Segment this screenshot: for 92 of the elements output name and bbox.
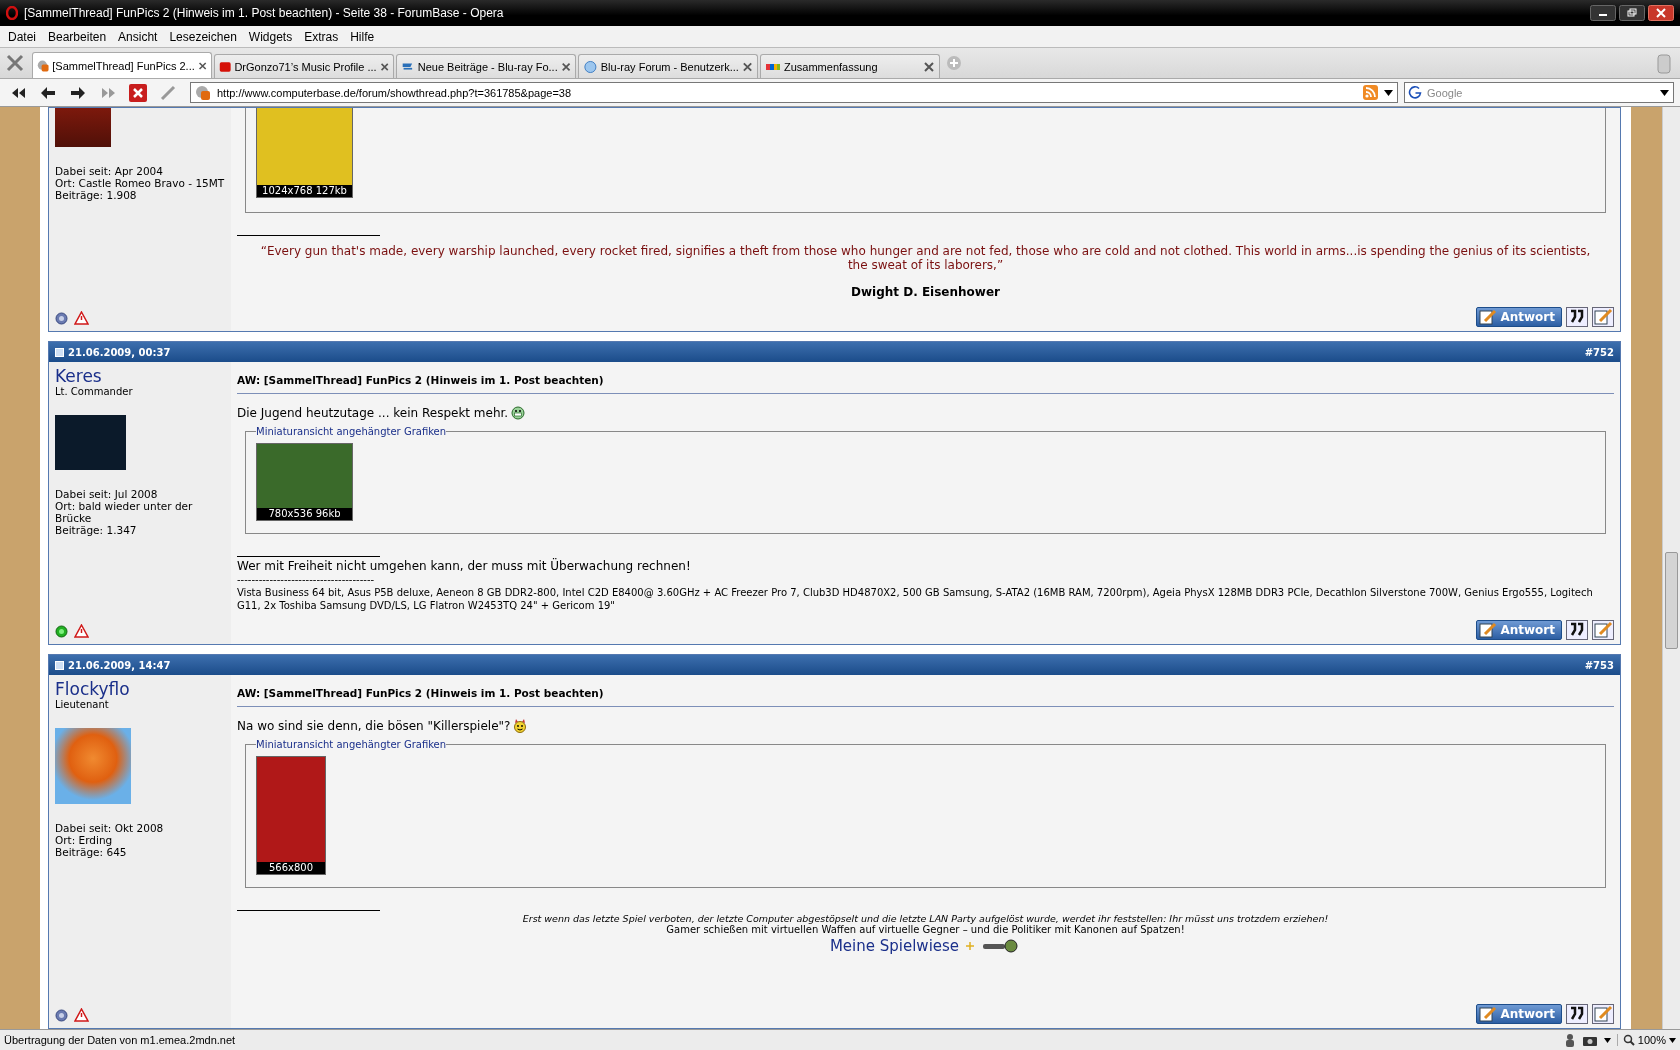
thumbnail[interactable]: 1024x768 127kb [256, 108, 353, 198]
caret-icon[interactable] [1384, 89, 1393, 96]
quote-button[interactable] [1566, 1004, 1588, 1024]
user-info: Beiträge: 1.347 [55, 524, 138, 536]
caret-icon [1669, 1037, 1676, 1043]
reply-button[interactable]: Antwort [1476, 307, 1562, 327]
menu-item[interactable]: Lesezeichen [163, 29, 243, 44]
thumbnail[interactable]: 780x536 96kb [256, 443, 353, 521]
site-icon [195, 84, 211, 101]
signature-link[interactable]: Meine Spielwiese [829, 937, 960, 955]
restore-button[interactable] [1619, 5, 1645, 21]
avatar-placeholder [55, 415, 126, 470]
close-icon[interactable] [741, 60, 753, 73]
user-rank: Lt. Commander [55, 386, 134, 397]
menu-item[interactable]: Widgets [242, 29, 299, 44]
post-icon [55, 347, 64, 357]
menu-item[interactable]: Ansicht [112, 29, 164, 44]
reply-button[interactable]: Antwort [1476, 620, 1562, 640]
pen-icon[interactable] [159, 83, 177, 102]
menu-item[interactable]: Datei [2, 29, 42, 44]
browser-tab[interactable]: DrGonzo71’s Music Profile ... [214, 54, 394, 78]
close-icon[interactable] [923, 60, 935, 73]
pencil-icon [1479, 622, 1498, 638]
post-icon [55, 660, 64, 670]
zoom-control[interactable]: 100% [1616, 1034, 1676, 1046]
browser-tab[interactable]: Blu-ray Forum - Benutzerk... [578, 54, 758, 78]
caret-icon[interactable] [1603, 1037, 1611, 1043]
browser-tab[interactable]: Neue Beiträge - Blu-ray Fo... [396, 54, 576, 78]
menu-item[interactable]: Bearbeiten [42, 29, 113, 44]
quote-button[interactable] [1566, 307, 1588, 327]
window-title: [SammelThread] FunPics 2 (Hinweis im 1. Post beachten) - Seite 38 - ForumBase - Opera [24, 6, 505, 20]
signature-text: -------------------------------------- [237, 573, 376, 586]
reply-button[interactable]: Antwort [1476, 1004, 1562, 1024]
warning-icon[interactable] [74, 1008, 89, 1022]
edit-button[interactable] [1592, 1004, 1614, 1024]
scrollbar-thumb[interactable] [1665, 552, 1678, 649]
menu-item[interactable]: Extras [298, 29, 345, 44]
camera-icon[interactable] [1581, 1034, 1598, 1046]
post-message: Na wo sind sie denn, die bösen "Killerspiele"? [237, 719, 511, 733]
menu-item[interactable]: Hilfe [344, 29, 381, 44]
person-icon[interactable] [1563, 1033, 1576, 1047]
pencil-icon [1479, 309, 1498, 325]
post-number[interactable]: #752 [1584, 346, 1614, 358]
opera-logo-icon [6, 6, 18, 20]
post-message: Die Jugend heutzutage ... kein Respekt mehr. [237, 406, 509, 420]
user-rank: Lieutenant [55, 699, 110, 710]
warning-icon[interactable] [74, 624, 89, 638]
caret-icon[interactable] [1660, 90, 1669, 96]
user-info: Ort: Castle Romeo Bravo - 15MT [55, 177, 225, 189]
user-info: Ort: Erding [55, 834, 114, 846]
browser-tab[interactable]: [SammelThread] FunPics 2... [32, 52, 212, 78]
username[interactable]: Keres [55, 366, 225, 386]
post-date: 21.06.2009, 00:37 [68, 346, 171, 358]
address-field[interactable]: http://www.computerbase.de/forum/showthread.php?t=361785&page=38 [190, 82, 1398, 103]
user-info: Beiträge: 1.908 [55, 189, 138, 201]
google-icon [1408, 85, 1422, 99]
signature-quote: “Every gun that's made, every warship launched, every rocket fired, signifies a theft from those who hunger and are not fed, those who are cold and not clothed. This world in arms...is spending the genius of its scientists, the sweat of its laborers,” [259, 244, 1592, 272]
post-title: AW: [SammelThread] FunPics 2 (Hinweis im 1. Post beachten) [237, 366, 1614, 394]
devil-smiley-icon [513, 719, 528, 733]
search-field[interactable]: Google [1404, 82, 1674, 103]
magnifier-icon [1622, 1034, 1635, 1046]
grin-smiley-icon [511, 406, 526, 420]
warning-icon[interactable] [74, 311, 89, 325]
scrollbar[interactable] [1662, 107, 1680, 1029]
quote-button[interactable] [1566, 620, 1588, 640]
edit-button[interactable] [1592, 307, 1614, 327]
user-info: Dabei seit: Apr 2004 [55, 165, 164, 177]
favicon-icon [583, 58, 598, 75]
signature-text: Gamer schießen mit virtuellen Waffen auf virtuelle Gegner – und die Politiker mit Kanonen auf Spatzen! [665, 924, 1186, 935]
browser-tab[interactable]: Zusammenfassung [760, 54, 940, 78]
close-button[interactable] [1648, 5, 1674, 21]
post-date: 21.06.2009, 14:47 [68, 659, 171, 671]
post-title: AW: [SammelThread] FunPics 2 (Hinweis im 1. Post beachten) [237, 679, 1614, 707]
user-info: Dabei seit: Okt 2008 [55, 822, 165, 834]
minimize-button[interactable] [1590, 5, 1616, 21]
quote-author: Dwight D. Eisenhower [850, 285, 1001, 299]
pencil-icon [1479, 1006, 1498, 1022]
user-info: Ort: bald wieder unter der Brücke [55, 500, 194, 524]
username[interactable]: Flockyflo [55, 679, 225, 699]
attachment-legend: Miniaturansicht angehängter Grafiken [256, 426, 447, 437]
user-info: Dabei seit: Jul 2008 [55, 488, 159, 500]
signature-text: Wer mit Freiheit nicht umgehen kann, der muss mit Überwachung rechnen! [237, 559, 692, 573]
edit-button[interactable] [1592, 620, 1614, 640]
thumbnail[interactable]: 566x800 [256, 756, 326, 875]
signature-text: Vista Business 64 bit, Asus P5B deluxe, Aeneon 8 GB DDR2-800, Intel C2D E8400@ 3.60GHz + AC Freezer Pro 7, Club3D HD4870X2, 500 GB Samsung, S-ATA2 (16MB RAM, 7200rpm), Ageia PhysX 128MB DDR3 PCIe, Decathlon Silverstone 700W, Genius Ergo555, Logitech G11, 2x Toshiba Samsung DVD/LS, LG Flatron W2453TQ 24" + Gericom 19" [237, 586, 1594, 612]
stop-icon[interactable] [129, 83, 147, 102]
close-icon[interactable] [560, 60, 571, 73]
post-number[interactable]: #753 [1584, 659, 1614, 671]
attachment-legend: Miniaturansicht angehängter Grafiken [256, 739, 447, 750]
status-text: Übertragung der Daten von m1.emea.2mdn.net [4, 1034, 237, 1046]
signature-text: Erst wenn das letzte Spiel verboten, der letzte Computer abgestöpselt und die letzte LAN Party aufgelöst wurde, werdet ihr feststellen: Ihr müsst uns trotzdem erziehen! [521, 913, 1330, 924]
user-info: Beiträge: 645 [55, 846, 128, 858]
